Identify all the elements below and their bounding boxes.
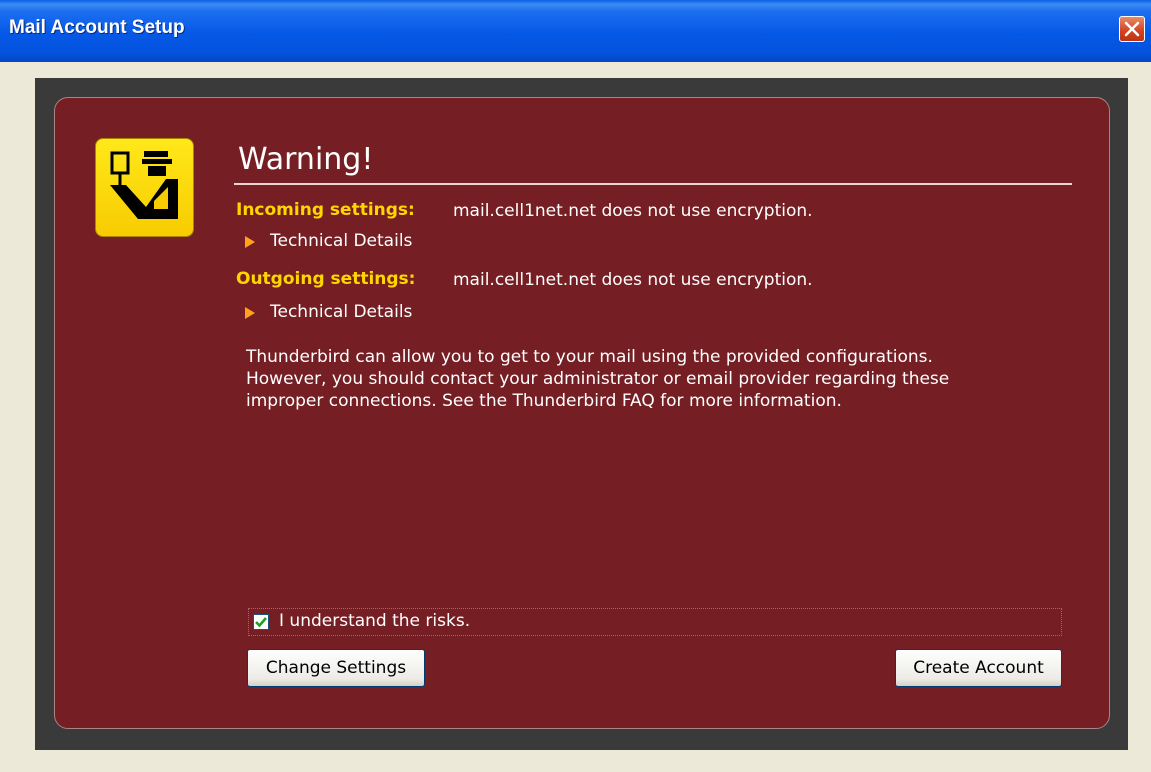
incoming-settings-label: Incoming settings: [236,200,415,220]
close-icon [1124,21,1140,37]
mail-account-setup-window: Mail Account Setup Warning! Incoming set… [0,0,1151,772]
outgoing-settings-label: Outgoing settings: [236,269,416,289]
explanation-line: However, you should contact your adminis… [246,369,950,389]
explanation-line: improper connections. See the Thunderbir… [246,391,842,411]
create-account-button[interactable]: Create Account [895,649,1062,687]
incoming-settings-message: mail.cell1net.net does not use encryptio… [453,201,813,221]
title-bar[interactable]: Mail Account Setup [0,0,1151,62]
outgoing-settings-message: mail.cell1net.net does not use encryptio… [453,270,813,290]
understand-risks-label[interactable]: I understand the risks. [279,611,470,631]
understand-risks-checkbox[interactable] [253,614,269,630]
warning-explanation: Thunderbird can allow you to get to your… [246,346,1046,412]
expand-triangle-icon [245,236,255,248]
heading-divider [234,183,1072,185]
technical-details-label: Technical Details [270,302,413,322]
technical-details-label: Technical Details [270,231,413,251]
checkmark-icon [255,617,267,628]
explanation-line: Thunderbird can allow you to get to your… [246,347,933,367]
security-warning-icon [95,138,194,237]
close-button[interactable] [1119,16,1145,42]
window-title: Mail Account Setup [9,17,185,38]
expand-triangle-icon [245,307,255,319]
change-settings-button[interactable]: Change Settings [247,649,425,687]
warning-heading: Warning! [238,142,374,177]
